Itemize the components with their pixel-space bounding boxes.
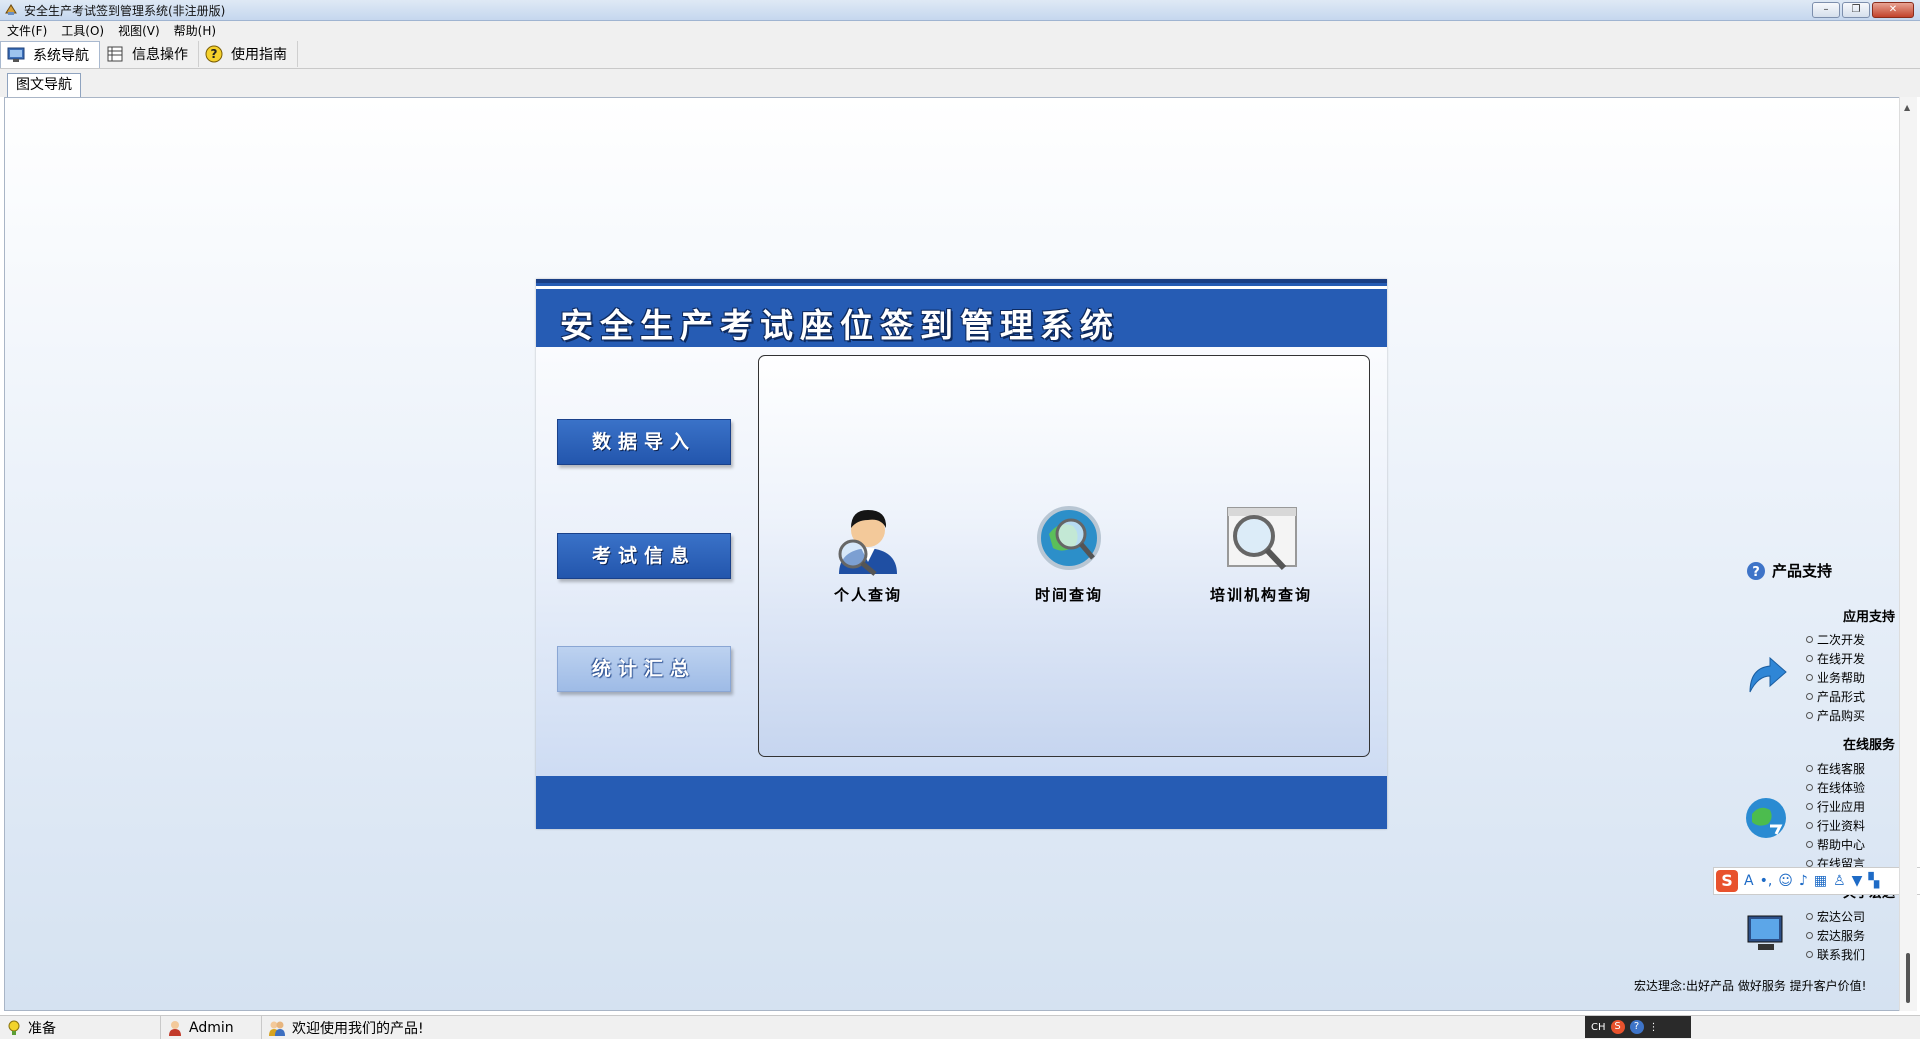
menu-help[interactable]: 帮助(H) [167,22,223,39]
user-guide-label: 使用指南 [231,47,287,63]
statistics-button[interactable]: 统计汇总 [557,646,731,692]
punctuation-icon[interactable]: •, [1760,873,1773,889]
link-product-buy[interactable]: 产品购买 [1806,707,1865,724]
font-icon[interactable]: A [1744,873,1754,889]
query-box: 个人查询 时间查询 培训机构查询 [758,355,1370,757]
support-title: ? 产品支持 [1746,560,1832,581]
monitor-icon [7,47,25,62]
personal-query-label: 个人查询 [833,586,902,604]
svg-text:?: ? [211,47,218,61]
section-online-service: 在线服务 [1842,738,1895,753]
training-org-query[interactable]: 培训机构查询 [1210,504,1312,605]
sogou-logo-icon: S [1716,870,1738,892]
info-operation-button[interactable]: 信息操作 [100,41,199,67]
section-app-support: 应用支持 [1842,610,1895,625]
person-search-icon [838,510,897,576]
user-icon [169,1020,181,1036]
maximize-button[interactable]: ❐ [1842,2,1870,18]
time-query-label: 时间查询 [1034,586,1103,604]
panel-header: 安全生产考试座位签到管理系统 [536,279,1387,347]
link-service[interactable]: 宏达服务 [1806,927,1865,944]
exam-info-button[interactable]: 考试信息 [557,533,731,579]
status-welcome: 欢迎使用我们的产品! [262,1016,430,1039]
slogan: 宏达理念:出好产品 做好服务 提升客户价值! [1634,979,1867,993]
keyboard-icon[interactable]: ▦ [1814,873,1827,889]
link-contact[interactable]: 联系我们 [1806,946,1865,963]
globe-search-icon [1037,506,1101,570]
tray-menu-icon[interactable]: ⋮ [1649,1022,1659,1033]
computer-icon [1747,915,1783,950]
grid-icon[interactable]: ▚ [1868,873,1879,889]
window-search-icon [1227,507,1297,571]
menu-bar: 文件(F) 工具(O) 视图(V) 帮助(H) [0,21,1920,40]
title-bar: 安全生产考试签到管理系统(非注册版) – ❐ ✕ [0,0,1920,21]
svg-text:?: ? [1752,565,1760,580]
link-industry-app[interactable]: 行业应用 [1806,798,1865,815]
info-operation-label: 信息操作 [132,47,188,63]
close-button[interactable]: ✕ [1872,2,1914,18]
emoji-icon[interactable]: ☺ [1778,873,1793,889]
link-company[interactable]: 宏达公司 [1806,908,1865,925]
table-icon [107,46,123,62]
link-help-center[interactable]: 帮助中心 [1806,836,1865,853]
panel-title: 安全生产考试座位签到管理系统 [560,306,1120,345]
help-tray-icon[interactable]: ? [1629,1020,1644,1034]
menu-view[interactable]: 视图(V) [111,22,167,39]
app-icon [5,4,17,15]
user-guide-button[interactable]: ? 使用指南 [199,41,298,67]
system-nav-button[interactable]: 系统导航 [0,40,100,68]
link-online-cs[interactable]: 在线客服 [1806,760,1865,777]
nav-panel: 安全生产考试座位签到管理系统 数据导入 考试信息 统计汇总 个人查询 时间查询 … [536,279,1387,829]
users-icon [269,1021,285,1036]
system-nav-label: 系统导航 [33,47,89,64]
tab-graphic-nav[interactable]: 图文导航 [7,73,81,97]
sogou-tray-icon[interactable]: S [1610,1020,1625,1034]
system-tray[interactable]: CH S ? ⋮ [1585,1016,1691,1038]
main-area: 安全生产考试座位签到管理系统 数据导入 考试信息 统计汇总 个人查询 时间查询 … [4,97,1901,1011]
menu-file[interactable]: 文件(F) [0,22,54,39]
time-query[interactable]: 时间查询 [1033,504,1105,605]
data-import-button[interactable]: 数据导入 [557,419,731,465]
status-ready: 准备 [0,1016,161,1039]
lang-indicator[interactable]: CH [1591,1022,1606,1033]
globe-icon [1746,798,1786,838]
user-icon[interactable]: ♙ [1833,873,1846,889]
link-industry-data[interactable]: 行业资料 [1806,817,1865,834]
help-icon: ? [205,45,223,63]
help-circle-icon: ? [1747,561,1765,580]
training-org-query-label: 培训机构查询 [1210,586,1313,604]
link-online-trial[interactable]: 在线体验 [1806,779,1865,796]
status-icon [8,1020,20,1035]
link-secondary-dev[interactable]: 二次开发 [1806,631,1865,648]
link-online-dev[interactable]: 在线开发 [1806,650,1865,667]
mic-icon[interactable]: ♪ [1799,873,1808,889]
menu-tools[interactable]: 工具(O) [54,22,111,39]
skin-icon[interactable]: ▼ [1852,873,1863,889]
ime-toolbar[interactable]: S A •, ☺ ♪ ▦ ♙ ▼ ▚ [1713,867,1920,895]
tab-row: 图文导航 [0,69,1920,97]
link-product-form[interactable]: 产品形式 [1806,688,1865,705]
panel-footer [536,776,1387,829]
toolbar: 系统导航 信息操作 ? 使用指南 [0,40,1920,69]
personal-query[interactable]: 个人查询 [831,504,905,605]
arrow-icon [1749,656,1787,693]
link-business-help[interactable]: 业务帮助 [1806,669,1865,686]
minimize-button[interactable]: – [1812,2,1840,18]
vertical-scrollbar[interactable]: ▲ [1899,97,1917,1011]
window-title: 安全生产考试签到管理系统(非注册版) [24,3,226,18]
status-user: Admin [161,1016,262,1039]
